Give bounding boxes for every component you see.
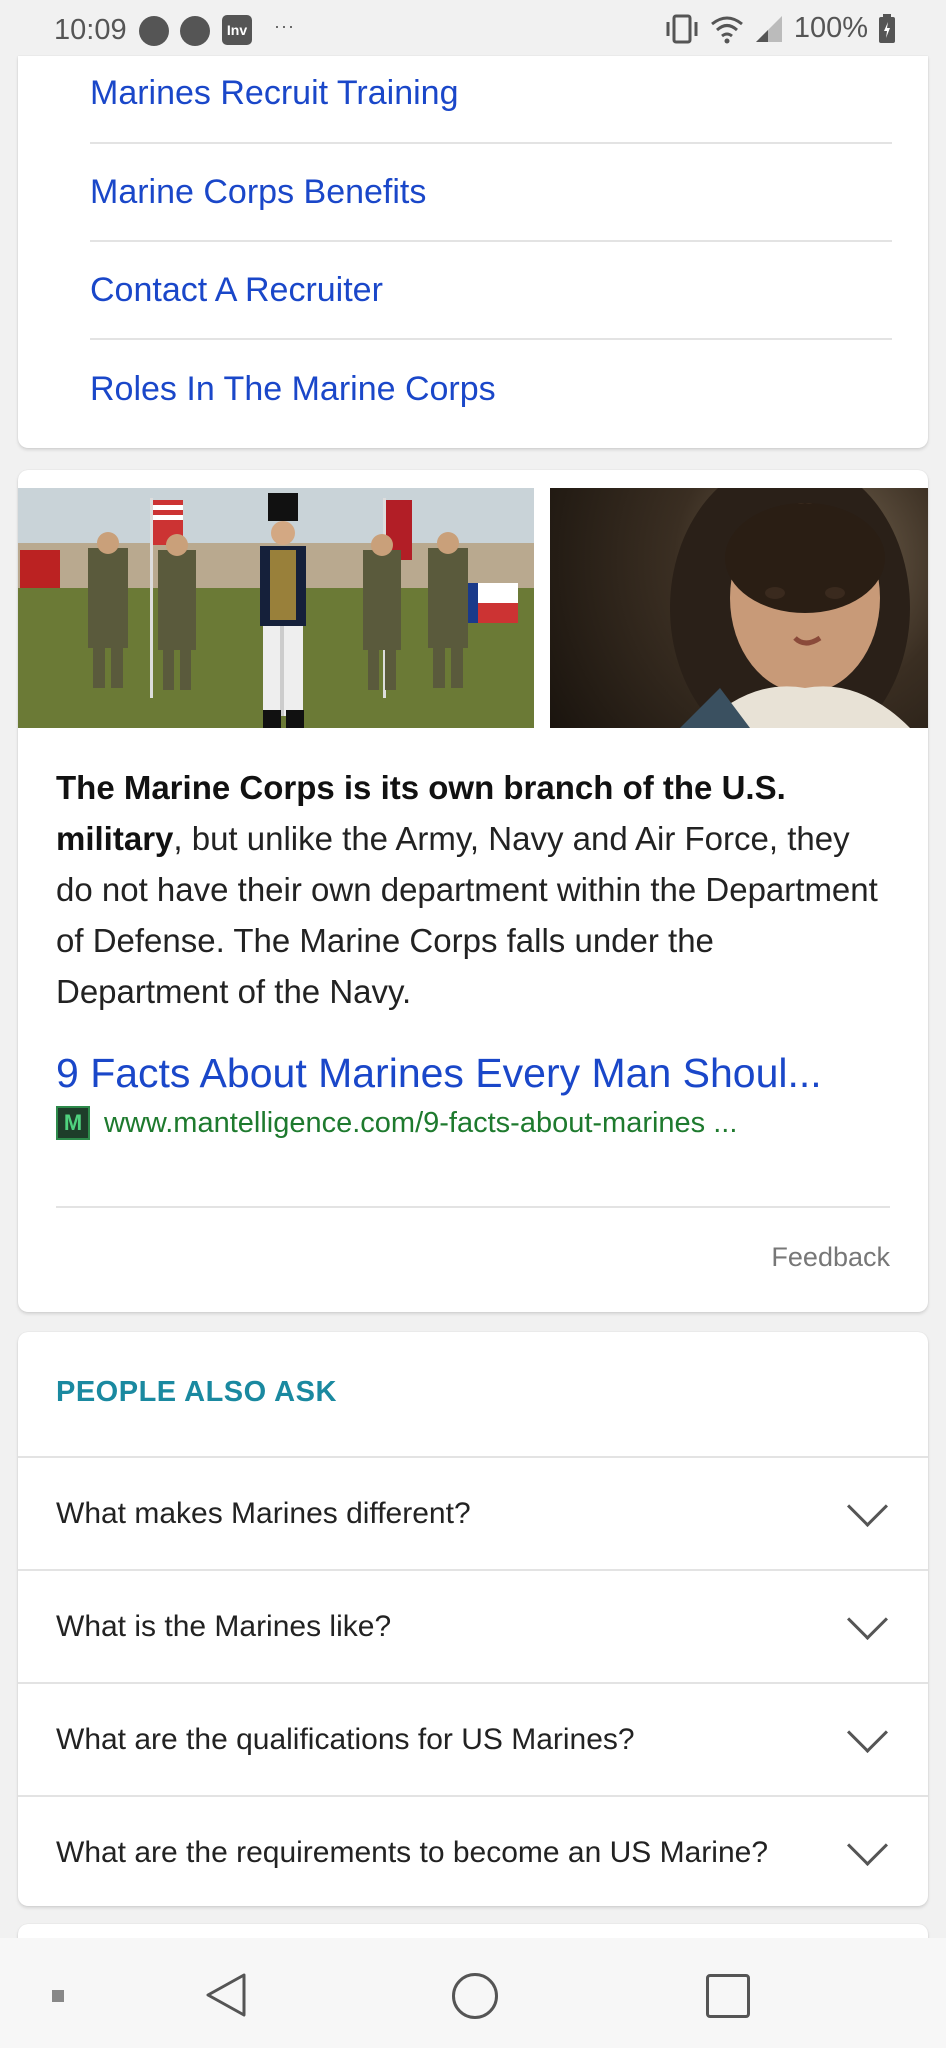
result-url-text[interactable]: www.mantelligence.com/9-facts-about-mari… [104,1107,737,1140]
chevron-down-icon[interactable] [846,1485,889,1528]
battery-percent: 100% [793,12,868,44]
home-icon[interactable] [452,1973,498,2019]
nav-indicator-icon [52,1990,64,2002]
chevron-down-icon[interactable] [846,1711,889,1754]
question-row[interactable]: What is the Marines like? [18,1569,928,1682]
chevron-down-icon[interactable] [846,1824,889,1867]
chevron-down-icon[interactable] [846,1598,889,1641]
image-strip[interactable] [18,488,928,728]
battery-icon [879,13,895,43]
related-link[interactable]: Contact A Recruiter [90,271,383,310]
related-links-card: Marines Recruit Training Marine Corps Be… [18,56,928,448]
section-title: PEOPLE ALSO ASK [56,1376,337,1408]
notification-icon [139,16,169,46]
status-right: 100% [664,12,896,45]
site-favicon-icon: M [56,1106,90,1140]
app-notification-icon: Inv [222,15,252,45]
question-text[interactable]: What is the Marines like? [56,1610,391,1644]
question-row[interactable]: What are the requirements to become an U… [18,1795,928,1908]
people-also-ask-card: PEOPLE ALSO ASK What makes Marines diffe… [18,1332,928,1906]
marines-ceremony-image[interactable] [18,488,534,728]
featured-snippet-text: The Marine Corps is its own branch of th… [56,762,890,1017]
list-item[interactable]: Marine Corps Benefits [90,144,892,242]
signal-icon [755,15,782,42]
divider [56,1206,890,1208]
related-link[interactable]: Marines Recruit Training [90,74,458,113]
historic-portrait-image[interactable] [550,488,928,728]
more-notifications-icon: ··· [274,16,295,36]
question-text[interactable]: What makes Marines different? [56,1497,471,1531]
status-bar: 10:09 Inv ··· 100% [0,0,946,62]
wifi-icon [710,16,743,43]
question-row[interactable]: What are the qualifications for US Marin… [18,1682,928,1795]
related-link[interactable]: Roles In The Marine Corps [90,370,496,409]
questions-list: What makes Marines different? What is th… [18,1456,928,1908]
status-time: 10:09 [54,14,127,46]
related-link[interactable]: Marine Corps Benefits [90,173,426,212]
list-item[interactable]: Marines Recruit Training [90,56,892,144]
question-row[interactable]: What makes Marines different? [18,1456,928,1569]
question-text[interactable]: What are the requirements to become an U… [56,1836,768,1870]
list-item[interactable]: Contact A Recruiter [90,242,892,340]
navigation-bar [0,1938,946,2048]
list-item[interactable]: Roles In The Marine Corps [90,340,892,438]
snippet-body-text: , but unlike the Army, Navy and Air Forc… [56,820,878,1010]
feedback-link[interactable]: Feedback [771,1242,890,1273]
notification-icon [180,16,210,46]
featured-snippet-card: The Marine Corps is its own branch of th… [18,470,928,1312]
back-icon[interactable] [204,1972,248,2018]
related-links-list: Marines Recruit Training Marine Corps Be… [90,56,892,438]
result-title-link[interactable]: 9 Facts About Marines Every Man Shoul... [56,1050,822,1097]
recent-apps-icon[interactable] [706,1974,750,2018]
question-text[interactable]: What are the qualifications for US Marin… [56,1723,635,1757]
vibrate-icon [666,14,698,43]
result-url[interactable]: M www.mantelligence.com/9-facts-about-ma… [56,1106,737,1140]
